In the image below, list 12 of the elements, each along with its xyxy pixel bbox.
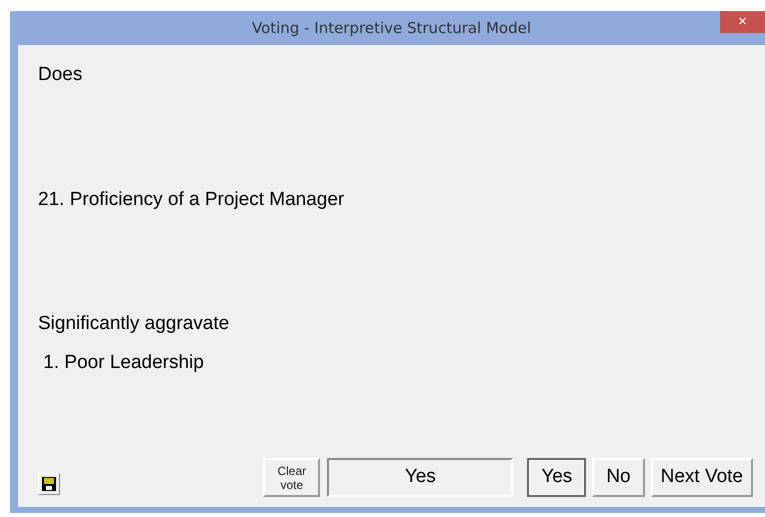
subject-text: 21. Proficiency of a Project Manager <box>38 188 346 212</box>
relation-text: Significantly aggravate <box>38 312 230 336</box>
vote-display: Yes <box>327 458 514 497</box>
vote-button[interactable]: No <box>592 458 645 497</box>
next-vote-button[interactable]: Next Vote <box>650 458 753 497</box>
object-text: 1. Poor Leadership <box>42 350 205 374</box>
close-button[interactable]: × <box>720 11 765 33</box>
clear-vote-button[interactable]: Clear vote <box>263 458 320 497</box>
vote-button[interactable]: Yes <box>527 458 586 497</box>
question-lead: Does <box>38 63 84 87</box>
window-title: Voting - Interpretive Structural Model <box>252 18 532 39</box>
save-button[interactable] <box>38 473 60 495</box>
